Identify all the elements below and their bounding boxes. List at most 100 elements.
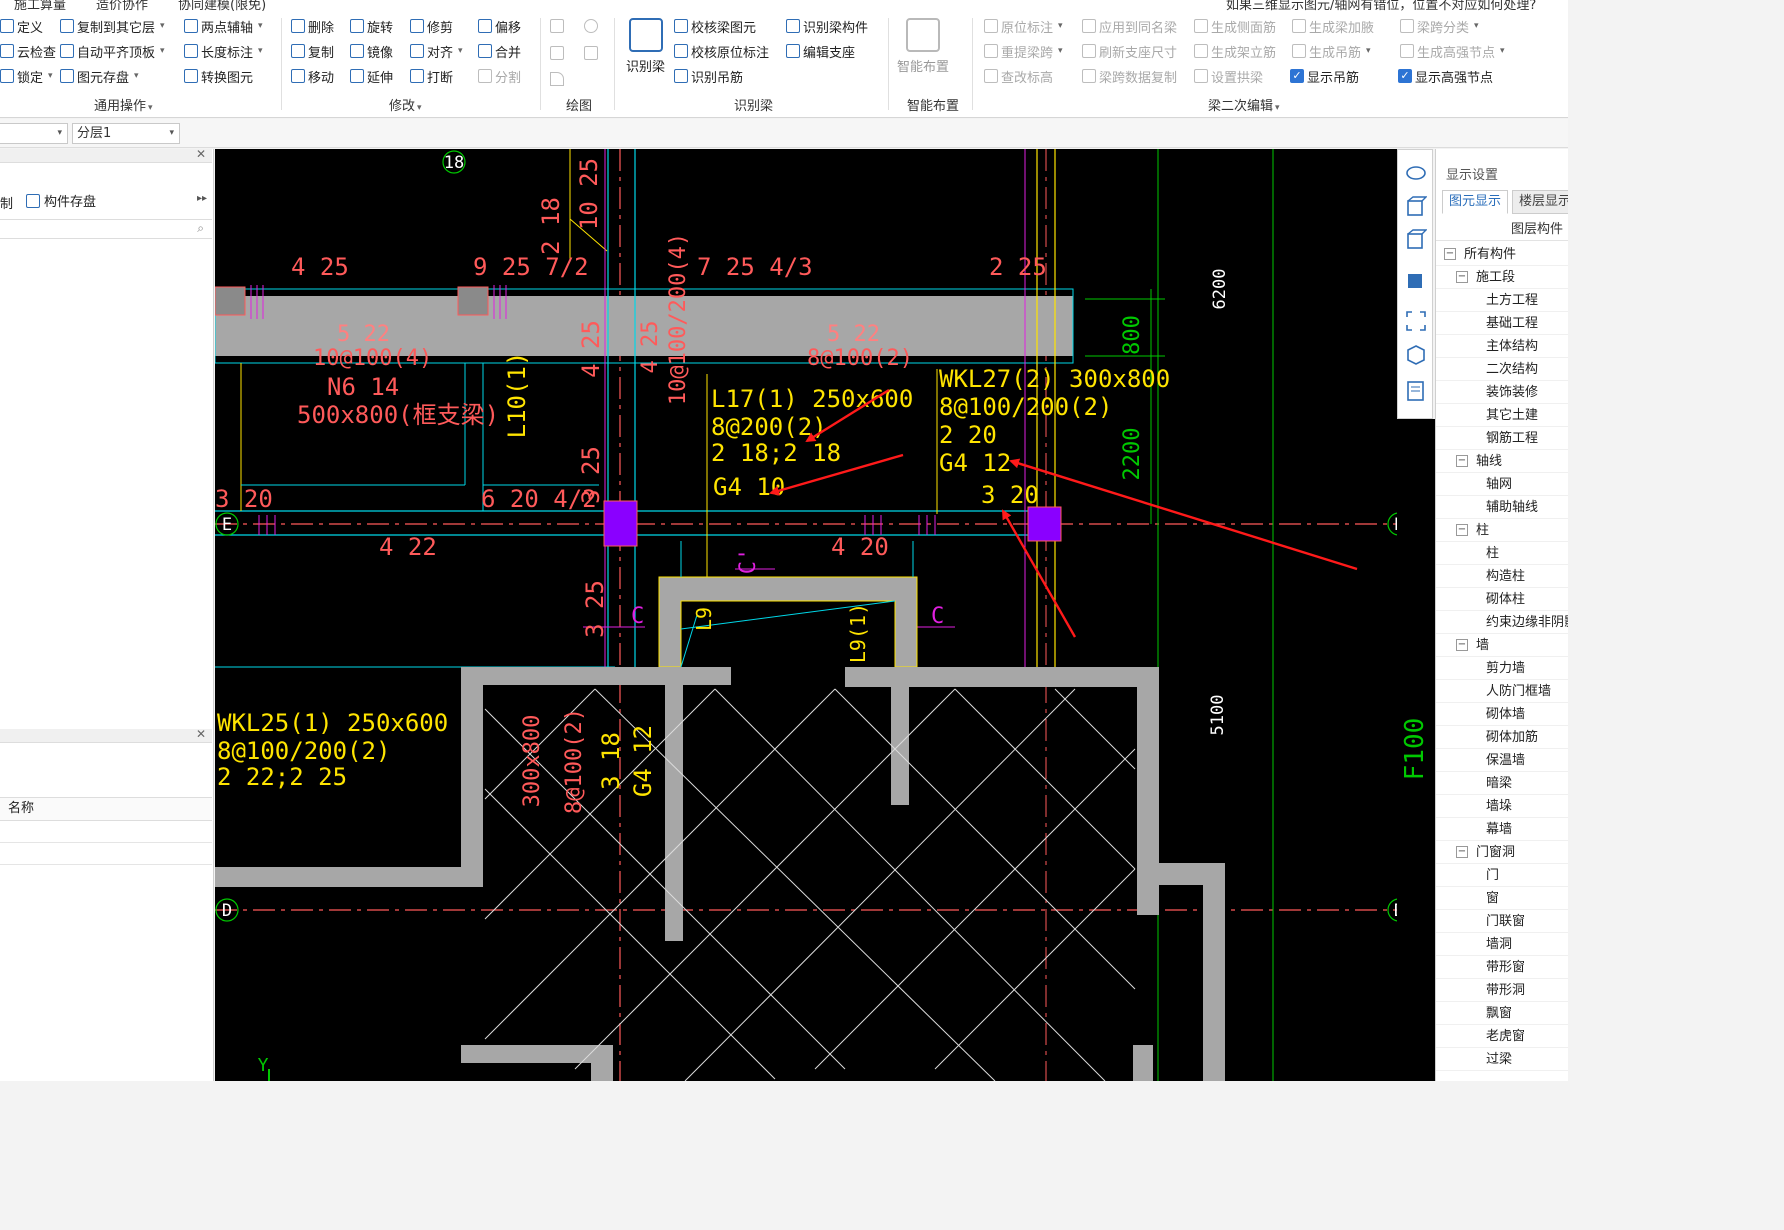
check-in-situ-annotation-button[interactable]: 校核原位标注 bbox=[674, 41, 769, 61]
view-cube-button[interactable] bbox=[1405, 228, 1428, 250]
tab-floor-display[interactable]: 楼层显示 bbox=[1512, 190, 1568, 214]
component-save-tab[interactable]: 构件存盘 bbox=[26, 191, 96, 210]
close-icon[interactable]: ✕ bbox=[196, 727, 206, 741]
tree-item[interactable]: 基础工程 bbox=[1436, 312, 1568, 335]
help-notice-link[interactable]: 如果三维显示图元/轴网有错位，位置不对应如何处理? bbox=[1226, 0, 1536, 12]
layer-select[interactable]: 分层1 ▾ bbox=[72, 123, 180, 144]
close-icon[interactable]: ✕ bbox=[196, 147, 206, 161]
search-box[interactable]: ⌕ bbox=[0, 219, 212, 239]
identify-hanger-button[interactable]: 识别吊筋 bbox=[674, 66, 743, 86]
identify-beam-button[interactable]: 识别梁 bbox=[626, 18, 665, 75]
tree-item[interactable]: − 门窗洞 bbox=[1436, 841, 1568, 864]
tree-item[interactable]: 暗梁 bbox=[1436, 772, 1568, 795]
tree-item[interactable]: 砌体墙 bbox=[1436, 703, 1568, 726]
cad-drawing-canvas[interactable]: 18 E E D D 6200 800 2200 5100 4 25 9 25 … bbox=[215, 149, 1397, 1081]
move-button[interactable]: 移动 bbox=[291, 66, 334, 86]
collapse-toggle-icon[interactable]: − bbox=[1456, 455, 1468, 467]
component-type-select[interactable]: ▾ bbox=[0, 123, 68, 144]
tree-item[interactable]: − 墙 bbox=[1436, 634, 1568, 657]
draw-point-button[interactable] bbox=[550, 16, 564, 36]
draw-rect-button[interactable] bbox=[584, 43, 598, 63]
tree-item[interactable]: 主体结构 bbox=[1436, 335, 1568, 358]
length-dim-button[interactable]: 长度标注 bbox=[184, 41, 263, 61]
check-beam-elements-button[interactable]: 校核梁图元 bbox=[674, 16, 756, 36]
trim-button[interactable]: 修剪 bbox=[410, 16, 453, 36]
span-classify-button[interactable]: 梁跨分类 bbox=[1400, 16, 1479, 36]
tree-item[interactable]: 带形窗 bbox=[1436, 956, 1568, 979]
tree-item[interactable]: 二次结构 bbox=[1436, 358, 1568, 381]
apply-same-name-button[interactable]: 应用到同名梁 bbox=[1082, 16, 1177, 36]
tree-item[interactable]: 过梁 bbox=[1436, 1048, 1568, 1071]
tree-item[interactable]: 辅助轴线 bbox=[1436, 496, 1568, 519]
tree-item[interactable]: 门 bbox=[1436, 864, 1568, 887]
collapse-toggle-icon[interactable]: − bbox=[1456, 271, 1468, 283]
collapse-toggle-icon[interactable]: − bbox=[1456, 524, 1468, 536]
tree-item[interactable]: − 柱 bbox=[1436, 519, 1568, 542]
convert-element-button[interactable]: 转换图元 bbox=[184, 66, 253, 86]
align-button[interactable]: 对齐 bbox=[410, 41, 463, 61]
identify-beam-component-button[interactable]: 识别梁构件 bbox=[786, 16, 868, 36]
tree-item[interactable]: 砌体加筋 bbox=[1436, 726, 1568, 749]
left-tab-control[interactable]: 制 bbox=[0, 193, 13, 212]
mirror-button[interactable]: 镜像 bbox=[350, 41, 393, 61]
span-data-copy-button[interactable]: 梁跨数据复制 bbox=[1082, 66, 1177, 86]
tree-item[interactable]: 钢筋工程 bbox=[1436, 427, 1568, 450]
tree-item[interactable]: 轴网 bbox=[1436, 473, 1568, 496]
tree-item[interactable]: − 施工段 bbox=[1436, 266, 1568, 289]
smart-layout-button[interactable]: 智能布置 bbox=[897, 18, 949, 75]
orbit-view-button[interactable] bbox=[1405, 162, 1427, 184]
copy-to-floor-button[interactable]: 复制到其它层 bbox=[60, 16, 165, 36]
3d-view-button[interactable] bbox=[1405, 196, 1428, 218]
tree-item[interactable]: 柱 bbox=[1436, 542, 1568, 565]
offset-button[interactable]: 偏移 bbox=[478, 16, 521, 36]
view-mode-button[interactable] bbox=[1405, 268, 1427, 290]
draw-line-button[interactable] bbox=[550, 43, 564, 63]
draw-arc-button[interactable] bbox=[550, 69, 564, 89]
collapse-toggle-icon[interactable]: − bbox=[1456, 846, 1468, 858]
define-button[interactable]: 定义 bbox=[0, 16, 43, 36]
gen-side-rebar-button[interactable]: 生成侧面筋 bbox=[1194, 16, 1276, 36]
merge-button[interactable]: 合并 bbox=[478, 41, 521, 61]
auto-align-slab-button[interactable]: 自动平齐顶板 bbox=[60, 41, 165, 61]
tree-item[interactable]: 墙洞 bbox=[1436, 933, 1568, 956]
edit-support-button[interactable]: 编辑支座 bbox=[786, 41, 855, 61]
gen-high-strength-node-button[interactable]: 生成高强节点 bbox=[1400, 41, 1505, 61]
re-extract-span-button[interactable]: 重提梁跨 bbox=[984, 41, 1063, 61]
delete-button[interactable]: 删除 bbox=[291, 16, 334, 36]
copy-button[interactable]: 复制 bbox=[291, 41, 334, 61]
draw-circle-button[interactable] bbox=[584, 16, 598, 36]
menu-collab-model[interactable]: 协同建模(限免) bbox=[178, 0, 266, 12]
gen-hanger-button[interactable]: 生成吊筋 bbox=[1292, 41, 1371, 61]
tree-item[interactable]: 老虎窗 bbox=[1436, 1025, 1568, 1048]
tree-item[interactable]: 飘窗 bbox=[1436, 1002, 1568, 1025]
rotate-button[interactable]: 旋转 bbox=[350, 16, 393, 36]
grid-row[interactable] bbox=[0, 843, 212, 865]
gen-erection-rebar-button[interactable]: 生成架立筋 bbox=[1194, 41, 1276, 61]
tree-item[interactable]: 保温墙 bbox=[1436, 749, 1568, 772]
extend-button[interactable]: 延伸 bbox=[350, 66, 393, 86]
tree-item[interactable]: 窗 bbox=[1436, 887, 1568, 910]
tree-item[interactable]: 土方工程 bbox=[1436, 289, 1568, 312]
refresh-support-size-button[interactable]: 刷新支座尺寸 bbox=[1082, 41, 1177, 61]
tree-item[interactable]: 门联窗 bbox=[1436, 910, 1568, 933]
tree-item[interactable]: 墙垛 bbox=[1436, 795, 1568, 818]
tab-element-display[interactable]: 图元显示 bbox=[1442, 190, 1509, 214]
tree-item[interactable]: 人防门框墙 bbox=[1436, 680, 1568, 703]
collapse-toggle-icon[interactable]: − bbox=[1456, 639, 1468, 651]
element-save-button[interactable]: 图元存盘 bbox=[60, 66, 139, 86]
two-point-axis-button[interactable]: 两点辅轴 bbox=[184, 16, 263, 36]
tree-item[interactable]: 其它土建 bbox=[1436, 404, 1568, 427]
tree-item[interactable]: 带形洞 bbox=[1436, 979, 1568, 1002]
tree-item[interactable]: − 所有构件 bbox=[1436, 243, 1568, 266]
tree-item[interactable]: 剪力墙 bbox=[1436, 657, 1568, 680]
tree-item[interactable]: 装饰装修 bbox=[1436, 381, 1568, 404]
expand-icon[interactable]: ▸▸ bbox=[197, 193, 207, 204]
tree-item[interactable]: − 轴线 bbox=[1436, 450, 1568, 473]
tree-item[interactable]: 砌体柱 bbox=[1436, 588, 1568, 611]
menu-cost-collab[interactable]: 造价协作 bbox=[96, 0, 148, 12]
show-hanger-checkbox[interactable]: ✓ 显示吊筋 bbox=[1290, 66, 1359, 86]
dynamic-observe-button[interactable] bbox=[1405, 344, 1427, 366]
fit-view-button[interactable] bbox=[1405, 310, 1427, 332]
lock-button[interactable]: 锁定 bbox=[0, 66, 53, 86]
cloud-check-button[interactable]: 云检查 bbox=[0, 41, 56, 61]
